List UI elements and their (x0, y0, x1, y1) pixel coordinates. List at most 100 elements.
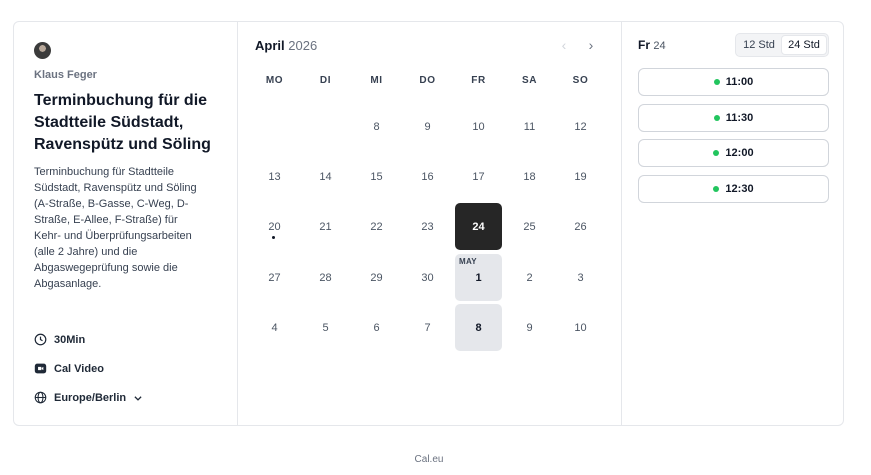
day-number: 11 (523, 120, 536, 133)
day-number: 7 (424, 321, 431, 334)
day-number: 10 (574, 321, 587, 334)
calendar-day: 5 (302, 304, 349, 351)
weekday-header: MO (265, 75, 284, 86)
year-label: 2026 (288, 38, 318, 53)
weekday-header: MI (370, 75, 383, 86)
calendar-day: 30 (404, 254, 451, 301)
weekday-header: DI (319, 75, 332, 86)
calendar-day: 9 (404, 103, 451, 150)
calendar-day: 29 (353, 254, 400, 301)
calendar-day: 25 (506, 203, 553, 250)
calendar-day[interactable]: 8 (455, 304, 502, 351)
time-slot-button[interactable]: 11:00 (638, 68, 829, 96)
weekday-header: SO (572, 75, 589, 86)
calendar-day: 3 (557, 254, 604, 301)
availability-dot-icon (713, 79, 720, 85)
event-info-panel: Klaus Feger Terminbuchung für die Stadtt… (14, 22, 238, 425)
day-number: 4 (271, 321, 278, 334)
calendar-day: 26 (557, 203, 604, 250)
next-month-label: MAY (459, 257, 477, 266)
day-number: 18 (523, 170, 536, 183)
day-number: 23 (421, 220, 434, 233)
time-slot-label: 12:30 (725, 182, 754, 195)
month-heading: April 2026 (255, 38, 317, 53)
availability-dot-icon (713, 150, 720, 156)
day-selected[interactable]: 24 (455, 203, 502, 250)
timezone-selector[interactable]: Europe/Berlin (34, 391, 143, 404)
calendar-panel: April 2026 ‹ › MO DI MI DO FR SA SO 8 9 10 11 12 13… (238, 22, 622, 425)
day-number: 2 (526, 271, 533, 284)
footer-brand[interactable]: Cal.eu (0, 454, 858, 465)
day-number: 9 (424, 120, 431, 133)
calendar-day: 15 (353, 153, 400, 200)
selected-day-heading: Fr 24 (638, 38, 666, 52)
day-number: 5 (322, 321, 329, 334)
day-number: 21 (319, 220, 332, 233)
next-month-button[interactable]: › (583, 37, 599, 53)
format-24h-button[interactable]: 24 Std (781, 35, 827, 55)
calendar-day: 27 (251, 254, 298, 301)
calendar-day: 2 (506, 254, 553, 301)
availability-dot-icon (713, 114, 720, 121)
day-number: 27 (268, 271, 281, 284)
chevron-right-icon: › (588, 37, 594, 53)
weekday-header: DO (419, 75, 436, 86)
calendar-day[interactable]: 1 MAY (455, 254, 502, 301)
calendar-day: 10 (455, 103, 502, 150)
calendar-day: 14 (302, 153, 349, 200)
calendar-day: 12 (557, 103, 604, 150)
calendar-day: 20 (251, 203, 298, 250)
day-number: 1 (475, 271, 482, 284)
time-slot-button[interactable]: 12:30 (638, 174, 829, 203)
video-icon (34, 363, 47, 374)
chevron-left-icon: ‹ (561, 37, 567, 53)
calendar-day: 16 (404, 153, 451, 200)
calendar-day: 7 (404, 304, 451, 351)
event-description: Terminbuchung für Stadtteile Südstadt, R… (34, 166, 197, 290)
day-number: 25 (523, 220, 536, 233)
weekday-header: SA (521, 75, 538, 86)
event-title: Terminbuchung für die Stadtteile Südstad… (34, 92, 211, 153)
day-number: 20 (268, 220, 281, 233)
organizer-avatar (34, 42, 51, 59)
day-number: 13 (268, 170, 281, 183)
timezone-label: Europe/Berlin (54, 391, 127, 404)
calendar-day: 18 (506, 153, 553, 200)
calendar-day: 6 (353, 304, 400, 351)
calendar-day: 11 (506, 103, 553, 150)
globe-icon (34, 391, 47, 404)
time-slot-button[interactable]: 11:30 (638, 103, 829, 132)
selected-day-number: 24 (653, 40, 666, 52)
day-number: 8 (475, 321, 482, 334)
calendar-day: 13 (251, 153, 298, 200)
day-number: 17 (472, 170, 485, 183)
prev-month-button[interactable]: ‹ (556, 37, 572, 53)
day-number: 8 (373, 120, 380, 133)
location-row: Cal Video (34, 362, 104, 375)
time-slot-button[interactable]: 12:00 (638, 139, 829, 167)
calendar-day: 10 (557, 304, 604, 351)
location-label: Cal Video (54, 362, 104, 375)
day-number: 19 (574, 170, 587, 183)
chevron-down-icon (134, 395, 142, 401)
calendar-day: 21 (302, 203, 349, 250)
day-number: 3 (577, 271, 584, 284)
duration-label: 30Min (54, 333, 86, 346)
calendar-day: 22 (353, 203, 400, 250)
time-slot-label: 11:30 (725, 111, 754, 124)
timeslot-panel: Fr 24 12 Std 24 Std 11:00 11:30 12:00 12:30 (622, 22, 843, 425)
day-number: 16 (421, 170, 434, 183)
calendar-day: 4 (251, 304, 298, 351)
today-dot (272, 236, 275, 239)
calendar-day: 23 (404, 203, 451, 250)
organizer-name: Klaus Feger (34, 69, 97, 81)
day-number: 28 (319, 271, 332, 284)
clock-icon (34, 333, 47, 346)
availability-dot-icon (713, 185, 720, 192)
weekday-header: FR (471, 75, 486, 86)
format-12h-button[interactable]: 12 Std (737, 35, 781, 55)
calendar-day: 19 (557, 153, 604, 200)
calendar-day: 17 (455, 153, 502, 200)
booking-card: Klaus Feger Terminbuchung für die Stadtt… (13, 21, 844, 426)
selected-weekday: Fr (638, 38, 650, 52)
